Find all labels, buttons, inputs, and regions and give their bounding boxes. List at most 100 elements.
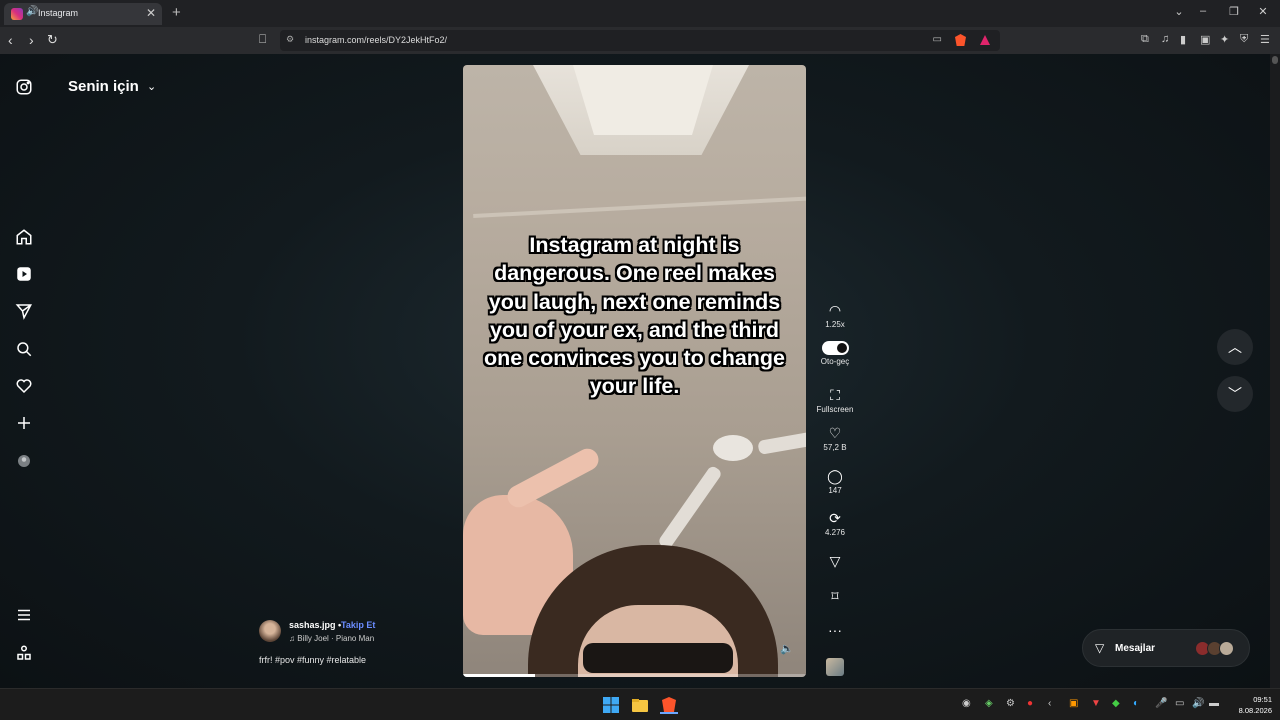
volume-icon[interactable]: 🔈 [780, 642, 794, 655]
skylight-glass [573, 65, 713, 135]
heart-icon: ♡ [828, 425, 842, 441]
vpn-icon[interactable]: ⛨ [1240, 33, 1248, 46]
fullscreen-button[interactable]: ⛶ Fullscreen [812, 387, 858, 414]
tab-list-chevron-icon[interactable]: ⌄ [1171, 5, 1187, 18]
repost-count: 4.276 [824, 528, 846, 537]
speaker-icon[interactable]: 🔊 [26, 6, 38, 17]
comment-button[interactable]: ◯ 147 [812, 468, 858, 495]
site-info-icon[interactable]: ⚙ [286, 34, 294, 45]
also-from-meta-icon[interactable] [14, 644, 34, 664]
speedometer-icon: ◠ [828, 302, 842, 318]
scrollbar-thumb[interactable] [1272, 56, 1278, 64]
home-icon[interactable] [14, 228, 34, 248]
system-clock[interactable]: 09:51 8.08.2026 [1230, 694, 1272, 716]
search-icon[interactable] [14, 340, 34, 360]
author-avatar[interactable] [259, 620, 281, 642]
pointing-finger [503, 444, 603, 512]
reels-icon[interactable] [14, 265, 34, 285]
speed-control[interactable]: ◠ 1.25x [812, 302, 858, 329]
address-bar[interactable]: ⚙ instagram.com/reels/DY2JekHtFo2/ ▭ [280, 30, 1000, 51]
music-text[interactable]: Billy Joel · Piano Man [297, 634, 374, 643]
menu-icon[interactable]: ☰ [1260, 33, 1270, 46]
fan-blade [657, 464, 723, 551]
save-button[interactable]: ⌑ [812, 588, 858, 604]
nvidia-icon[interactable]: ◈ [985, 698, 993, 709]
profile-avatar[interactable] [14, 452, 34, 472]
back-icon[interactable]: ‹ [8, 32, 13, 48]
minimize-icon[interactable]: – [1195, 5, 1211, 17]
volume-icon[interactable]: 🔊 [1192, 698, 1204, 709]
tray-app-icon[interactable]: ◉ [962, 698, 971, 709]
network-icon[interactable]: ▭ [1175, 698, 1184, 709]
reel-video[interactable]: Instagram at night is dangerous. One ree… [463, 65, 806, 677]
tray-app-icon[interactable]: ◐ [1133, 698, 1139, 709]
tray-app-icon[interactable]: ▼ [1091, 698, 1101, 709]
follow-button[interactable]: Takip Et [341, 620, 375, 630]
video-caption-overlay: Instagram at night is dangerous. One ree… [483, 233, 786, 399]
video-progress-bar[interactable] [463, 674, 806, 677]
browser-tab-instagram[interactable]: 🔊 Instagram ✕ [4, 3, 162, 25]
bookmark-icon: ⌑ [831, 588, 839, 604]
feed-title[interactable]: Senin için [68, 78, 139, 95]
media-icon[interactable]: ♫ [1161, 33, 1169, 45]
instagram-logo-icon[interactable] [14, 78, 34, 98]
like-count: 57,2 B [823, 443, 847, 452]
autoplay-toggle[interactable]: Oto-geç [812, 341, 858, 366]
music-note-icon: ♫ [289, 634, 298, 643]
url-text[interactable]: instagram.com/reels/DY2JekHtFo2/ [305, 35, 447, 45]
video-progress-fill [463, 674, 536, 677]
extensions-icon[interactable]: ⧉ [1141, 33, 1149, 46]
share-button[interactable]: ▽ [812, 553, 858, 569]
windows-start-icon[interactable] [602, 696, 620, 714]
music-info[interactable]: ♫ Billy Joel · Piano Man [289, 634, 374, 643]
tray-app-icon[interactable]: ● [1027, 698, 1033, 709]
send-icon[interactable] [14, 302, 34, 322]
browser-toolbar: ‹ › ↻ ⎕ ⚙ instagram.com/reels/DY2JekHtFo… [0, 27, 1280, 54]
speed-label: 1.25x [825, 320, 845, 329]
previous-reel-button[interactable]: ︿ [1217, 329, 1253, 365]
ellipsis-icon: ··· [828, 622, 842, 638]
tab-close-icon[interactable]: ✕ [146, 6, 156, 20]
repost-button[interactable]: ⟳ 4.276 [812, 510, 858, 537]
clock-date: 8.08.2026 [1238, 706, 1272, 715]
bookmark-page-icon[interactable]: ⎕ [259, 32, 266, 47]
more-options-button[interactable]: ··· [812, 622, 858, 638]
page-scrollbar[interactable] [1270, 54, 1280, 688]
brave-browser-icon[interactable] [660, 696, 678, 714]
microphone-icon[interactable]: 🎤 [1155, 698, 1167, 709]
battery-icon[interactable]: ▬ [1209, 698, 1219, 709]
tray-app-icon[interactable]: ▣ [1069, 698, 1078, 709]
like-button[interactable]: ♡ 57,2 B [812, 425, 858, 452]
reload-icon[interactable]: ↻ [47, 32, 58, 48]
sidebar-icon[interactable]: ▮ [1180, 33, 1186, 46]
wallet-icon[interactable]: ▣ [1200, 33, 1210, 46]
windows-taskbar: ◉ ◈ ⚙ ● ‹ ▣ ▼ ◆ ◐ 🎤 ▭ 🔊 ▬ 09:51 8.08.202… [0, 688, 1280, 720]
tray-app-icon[interactable]: ⚙ [1006, 698, 1015, 709]
close-window-icon[interactable]: ✕ [1255, 5, 1271, 18]
clock-time: 09:51 [1253, 695, 1272, 704]
next-reel-button[interactable]: ﹀ [1217, 376, 1253, 412]
cast-icon[interactable]: ▭ [933, 34, 942, 45]
leo-ai-icon[interactable]: ✦ [1220, 33, 1229, 46]
original-audio-thumbnail[interactable] [826, 658, 844, 676]
forward-icon[interactable]: › [29, 32, 34, 48]
new-tab-button[interactable]: + [172, 4, 181, 21]
sunglasses [583, 643, 733, 673]
toggle-switch[interactable] [821, 341, 849, 355]
author-username-text[interactable]: sashas.jpg [289, 620, 336, 630]
file-explorer-icon[interactable] [631, 696, 649, 714]
author-username[interactable]: sashas.jpg • [289, 620, 341, 630]
messages-button[interactable]: ▽ Mesajlar [1082, 629, 1250, 667]
maximize-icon[interactable]: ❐ [1226, 5, 1242, 18]
brave-shields-icon[interactable] [955, 34, 966, 46]
autoplay-label: Oto-geç [820, 357, 850, 366]
avatar [1219, 641, 1234, 656]
create-plus-icon[interactable] [14, 414, 34, 434]
heart-icon[interactable] [14, 377, 34, 397]
tray-app-icon[interactable]: ‹ [1048, 698, 1051, 709]
more-menu-icon[interactable] [14, 606, 34, 626]
tray-app-icon[interactable]: ◆ [1112, 698, 1120, 709]
feed-chevron-down-icon[interactable]: ⌄ [147, 80, 156, 93]
tab-title: Instagram [38, 8, 79, 18]
brave-rewards-icon[interactable] [980, 35, 990, 45]
